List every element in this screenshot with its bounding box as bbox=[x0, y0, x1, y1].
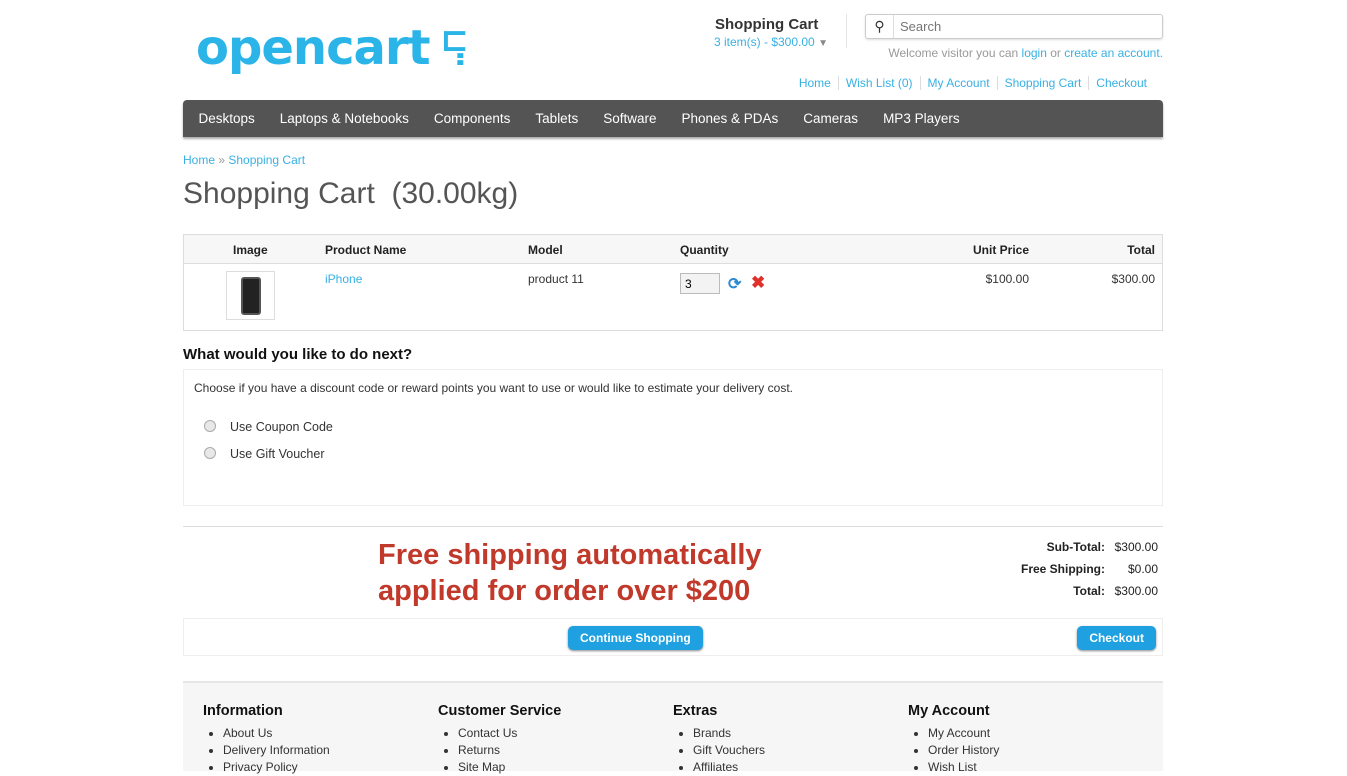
next-description: Choose if you have a discount code or re… bbox=[194, 381, 793, 395]
button-bar: Continue Shopping Checkout bbox=[183, 618, 1163, 656]
menu-mp3[interactable]: MP3 Players bbox=[871, 111, 973, 126]
shipping-label: Free Shipping: bbox=[1021, 562, 1105, 576]
table-row: iPhone product 11 ⟳ ✖ $100.00 $300.00 bbox=[184, 264, 1162, 330]
footer-heading: Customer Service bbox=[438, 703, 562, 719]
next-heading: What would you like to do next? bbox=[183, 346, 413, 363]
period: . bbox=[1159, 46, 1163, 60]
promo-line-2: applied for order over $200 bbox=[378, 575, 751, 607]
footer-link[interactable]: Site Map bbox=[458, 759, 561, 776]
footer-link[interactable]: Affiliates bbox=[693, 759, 765, 776]
top-link-checkout[interactable]: Checkout bbox=[1088, 76, 1154, 90]
voucher-radio[interactable] bbox=[204, 447, 216, 459]
footer-link[interactable]: Order History bbox=[928, 742, 999, 759]
shipping-value: $0.00 bbox=[1127, 562, 1158, 576]
breadcrumb: Home » Shopping Cart bbox=[183, 153, 305, 167]
footer-link[interactable]: Gift Vouchers bbox=[693, 742, 765, 759]
cart-logo-icon: ⊏̣̣ bbox=[429, 20, 469, 60]
footer-link[interactable]: Delivery Information bbox=[223, 742, 330, 759]
footer-link[interactable]: Wish List bbox=[928, 759, 999, 776]
subtotal-label: Sub-Total: bbox=[1046, 540, 1105, 554]
or-text: or bbox=[1046, 46, 1065, 60]
product-name-link[interactable]: iPhone bbox=[325, 272, 362, 286]
footer-link[interactable]: Returns bbox=[458, 742, 561, 759]
col-unit-price: Unit Price bbox=[972, 243, 1029, 257]
top-links: Home Wish List (0) My Account Shopping C… bbox=[792, 76, 1154, 90]
menu-desktops[interactable]: Desktops bbox=[186, 111, 267, 126]
continue-shopping-button[interactable]: Continue Shopping bbox=[568, 626, 703, 650]
checkout-button[interactable]: Checkout bbox=[1077, 626, 1156, 650]
cart-summary-dropdown[interactable]: 3 item(s) - $300.00 ▼ bbox=[714, 35, 828, 49]
footer-heading: Extras bbox=[673, 703, 718, 719]
footer-link[interactable]: My Account bbox=[928, 725, 999, 742]
footer-heading: Information bbox=[203, 703, 283, 719]
cart-title[interactable]: Shopping Cart bbox=[715, 16, 818, 33]
update-icon[interactable]: ⟳ bbox=[728, 274, 741, 294]
unit-price: $100.00 bbox=[985, 272, 1029, 286]
main-menu: Desktops Laptops & Notebooks Components … bbox=[183, 100, 1163, 137]
welcome-prefix: Welcome visitor you can bbox=[888, 46, 1022, 60]
next-panel: Choose if you have a discount code or re… bbox=[183, 369, 1163, 506]
col-model: Model bbox=[528, 243, 563, 257]
login-link[interactable]: login bbox=[1022, 46, 1047, 60]
remove-icon[interactable]: ✖ bbox=[751, 273, 765, 293]
divider bbox=[846, 14, 847, 48]
voucher-label[interactable]: Use Gift Voucher bbox=[230, 447, 325, 461]
opencart-logo[interactable]: opencart ⊏̣̣ bbox=[196, 20, 469, 76]
welcome-text: Welcome visitor you can login or create … bbox=[888, 46, 1163, 60]
col-quantity: Quantity bbox=[680, 243, 729, 257]
top-link-cart[interactable]: Shopping Cart bbox=[996, 76, 1089, 90]
menu-cameras[interactable]: Cameras bbox=[791, 111, 871, 126]
footer-col-my-account: My AccountMy AccountOrder HistoryWish Li… bbox=[908, 703, 999, 776]
footer-col-information: Information About UsDelivery InformationP… bbox=[203, 703, 330, 776]
footer-link[interactable]: Contact Us bbox=[458, 725, 561, 742]
create-account-link[interactable]: create an account bbox=[1064, 46, 1159, 60]
footer-link[interactable]: Privacy Policy bbox=[223, 759, 330, 776]
menu-software[interactable]: Software bbox=[591, 111, 669, 126]
breadcrumb-home[interactable]: Home bbox=[183, 153, 215, 167]
subtotal-value: $300.00 bbox=[1114, 540, 1158, 554]
menu-tablets[interactable]: Tablets bbox=[523, 111, 591, 126]
search-box: ⚲ bbox=[865, 14, 1163, 39]
product-model: product 11 bbox=[528, 272, 584, 286]
quantity-input[interactable] bbox=[680, 273, 720, 294]
col-name: Product Name bbox=[325, 243, 407, 257]
top-link-account[interactable]: My Account bbox=[919, 76, 997, 90]
total-label: Total: bbox=[1073, 584, 1105, 598]
cart-summary: 3 item(s) - $300.00 bbox=[714, 35, 815, 49]
coupon-radio[interactable] bbox=[204, 420, 216, 432]
cart-table: Image Product Name Model Quantity Unit P… bbox=[183, 234, 1163, 331]
search-icon[interactable]: ⚲ bbox=[866, 15, 894, 38]
top-link-home[interactable]: Home bbox=[792, 76, 838, 90]
top-link-wishlist[interactable]: Wish List (0) bbox=[837, 76, 920, 90]
footer: Information About UsDelivery InformationP… bbox=[183, 681, 1163, 774]
divider bbox=[183, 526, 1163, 527]
menu-phones[interactable]: Phones & PDAs bbox=[669, 111, 791, 126]
menu-laptops[interactable]: Laptops & Notebooks bbox=[267, 111, 421, 126]
coupon-label[interactable]: Use Coupon Code bbox=[230, 420, 333, 434]
footer-link[interactable]: Brands bbox=[693, 725, 765, 742]
row-total: $300.00 bbox=[1111, 272, 1155, 286]
table-header: Image Product Name Model Quantity Unit P… bbox=[184, 235, 1162, 264]
iphone-image bbox=[240, 276, 261, 315]
promo-line-1: Free shipping automatically bbox=[378, 539, 762, 571]
footer-heading: My Account bbox=[908, 703, 990, 719]
breadcrumb-cart[interactable]: Shopping Cart bbox=[228, 153, 305, 167]
col-image: Image bbox=[233, 243, 268, 257]
logo-text: opencart bbox=[196, 20, 431, 76]
footer-col-extras: Extras BrandsGift VouchersAffiliates bbox=[673, 703, 765, 776]
free-shipping-promo: Free shipping automatically applied for o… bbox=[378, 537, 762, 609]
caret-down-icon: ▼ bbox=[818, 38, 828, 49]
page-title: Shopping Cart (30.00kg) bbox=[183, 177, 519, 210]
footer-col-customer-service: Customer Service Contact UsReturnsSite Ma… bbox=[438, 703, 561, 776]
breadcrumb-sep: » bbox=[215, 153, 229, 167]
total-value: $300.00 bbox=[1114, 584, 1158, 598]
footer-link[interactable]: About Us bbox=[223, 725, 330, 742]
product-thumbnail[interactable] bbox=[226, 271, 275, 320]
search-input[interactable] bbox=[894, 15, 1162, 38]
col-total: Total bbox=[1127, 243, 1155, 257]
menu-components[interactable]: Components bbox=[421, 111, 523, 126]
